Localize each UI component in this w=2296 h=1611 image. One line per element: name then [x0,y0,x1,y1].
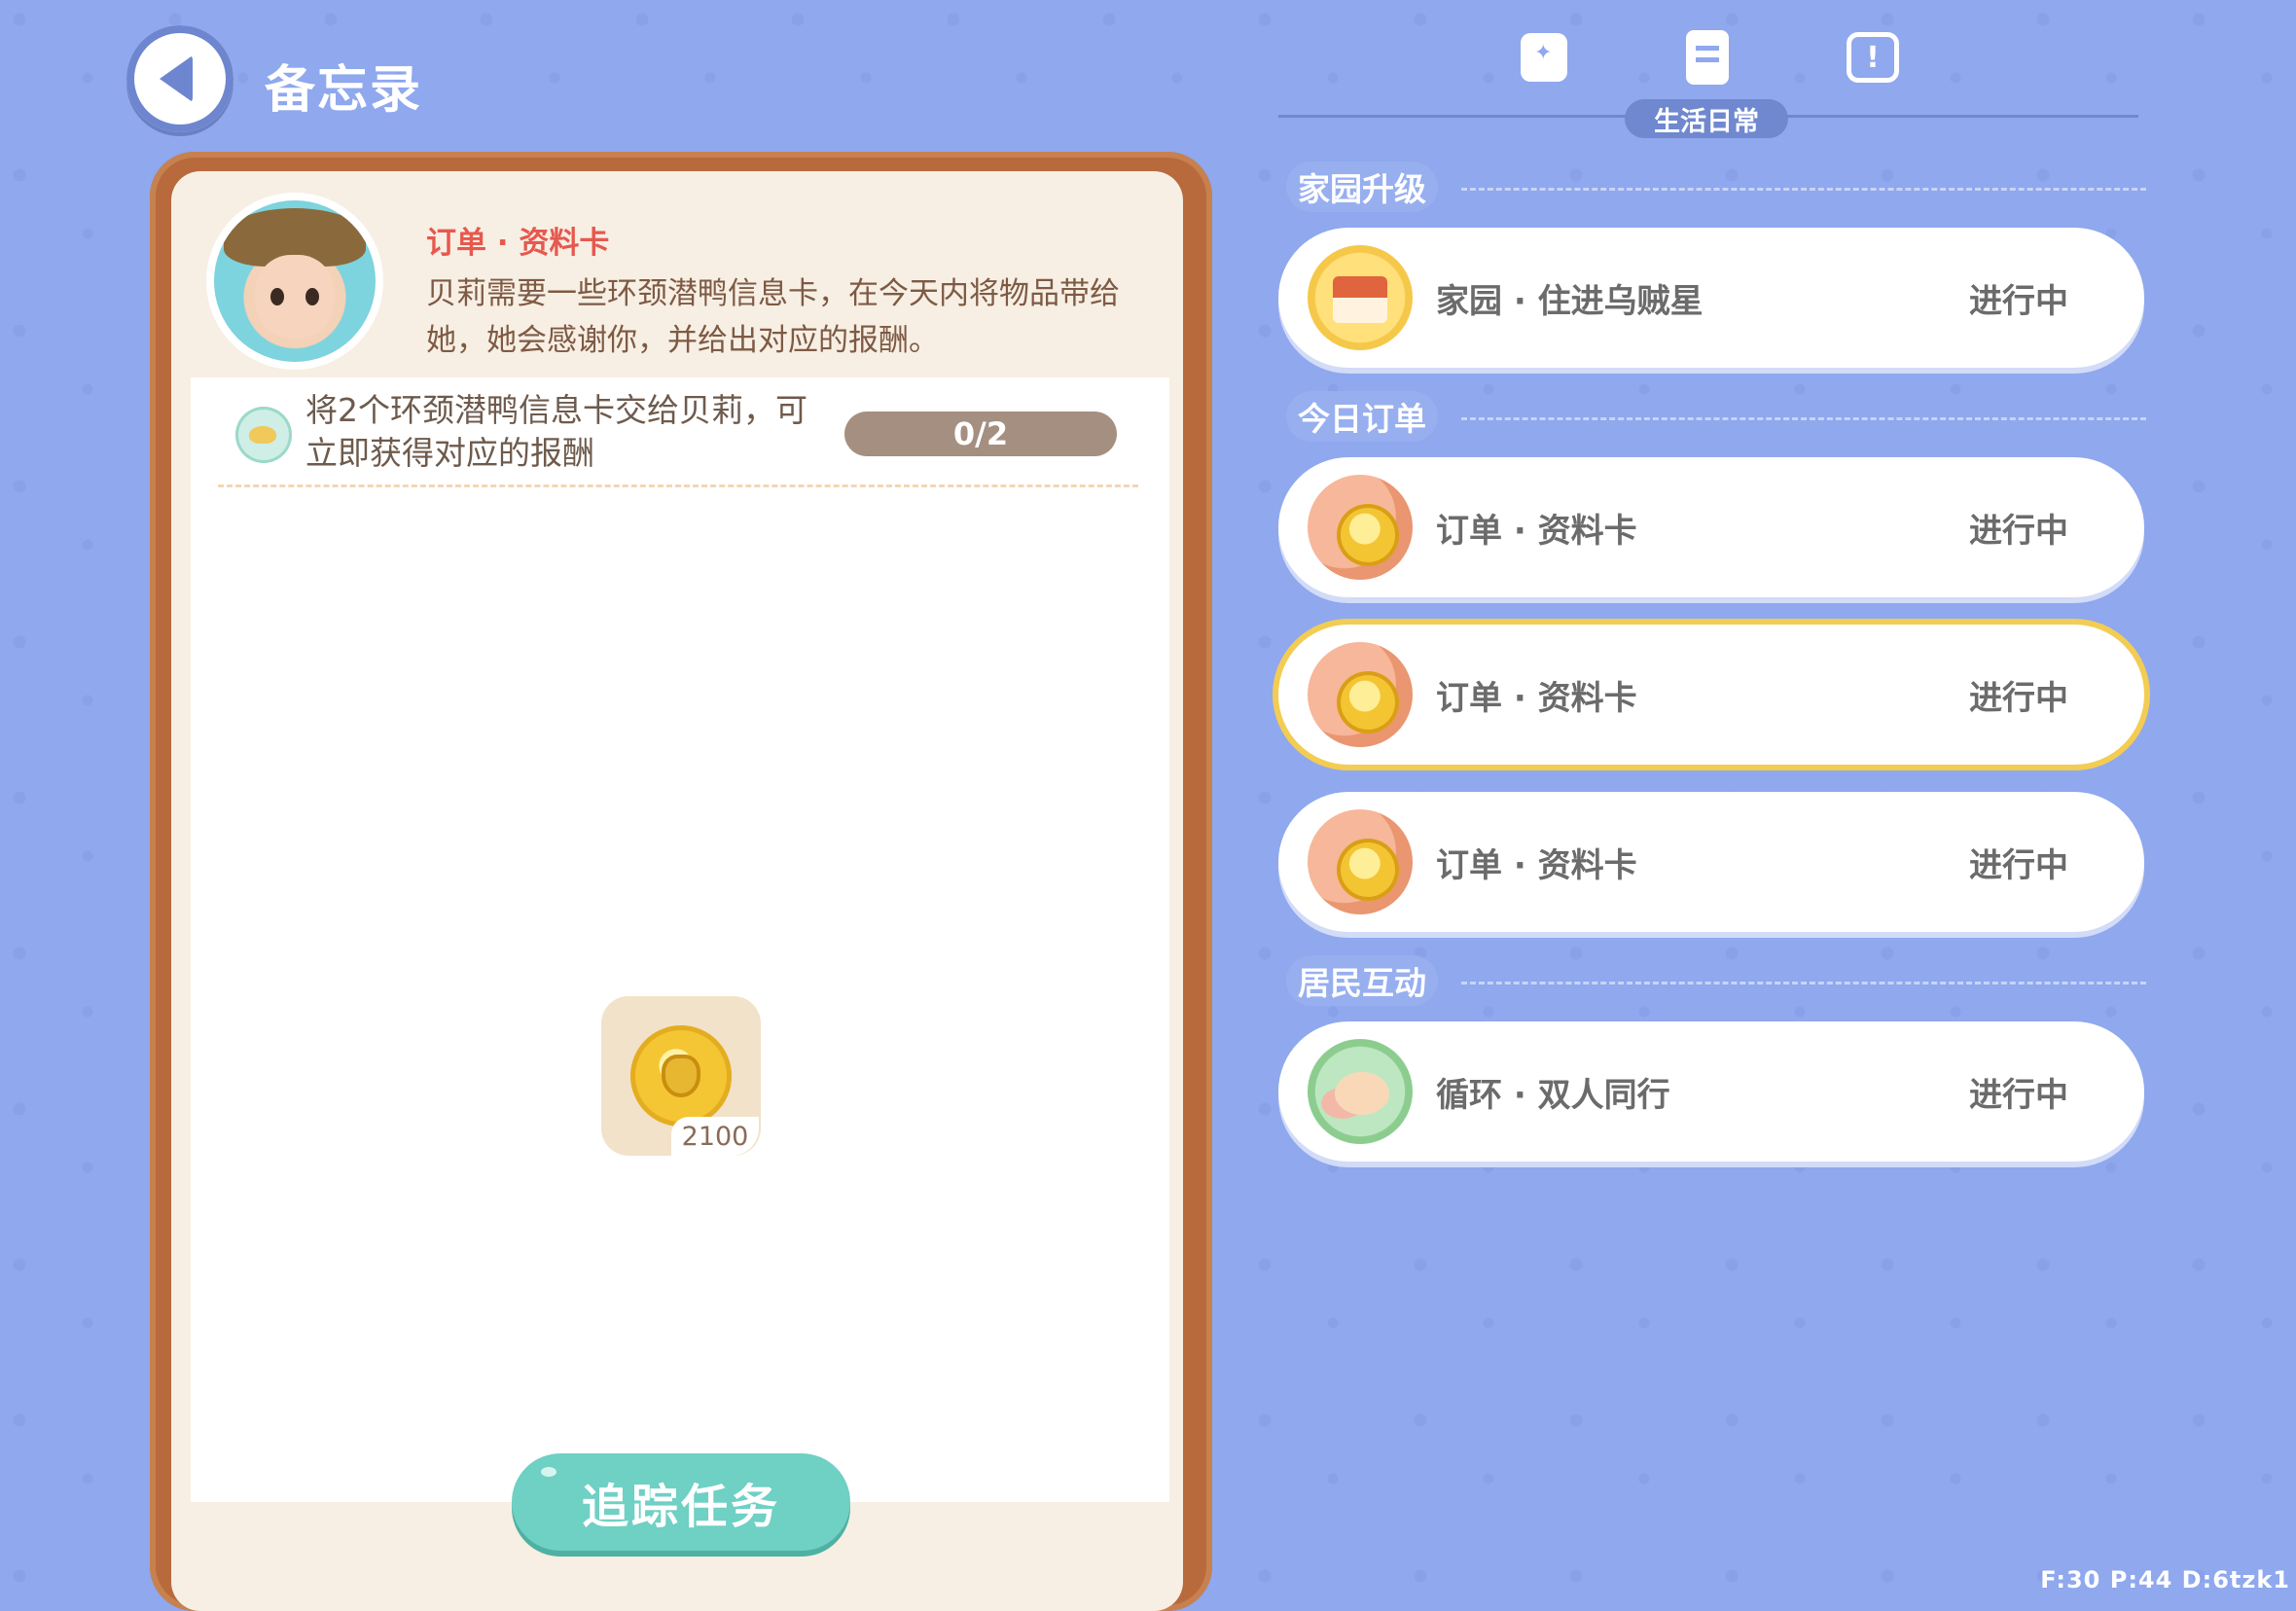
section-label-orders: 今日订单 [1286,391,1438,442]
album-icon [1521,33,1567,82]
section-label-home: 家园升级 [1286,161,1438,212]
eye-icon [270,288,284,305]
order-description: 贝莉需要一些环颈潜鸭信息卡，在今天内将物品带给她，她会感谢你，并给出对应的报酬。 [426,276,1120,358]
quest-status: 进行中 [1969,1076,2068,1115]
eye-icon [305,288,319,305]
section-divider [1461,188,2146,191]
quest-label: 订单 · 资料卡 [1436,846,1637,885]
debug-stats: F:30 P:44 D:6tzk1 [2040,1566,2290,1593]
acorn-coin-icon [630,1025,732,1127]
coin-icon [1308,809,1413,914]
quest-row[interactable]: 家园 · 住进乌贼星 进行中 [1278,228,2144,368]
tab-daily-life[interactable] [1673,23,1741,91]
order-title: 订单 · 资料卡 [426,226,610,261]
track-task-button[interactable]: 追踪任务 [512,1453,850,1551]
face-icon [255,255,335,339]
page-title: 备忘录 [265,61,423,120]
tab-tips[interactable]: ! [1839,23,1907,91]
task-panel [191,377,1169,1502]
tab-album[interactable] [1510,23,1578,91]
reward-count: 2100 [671,1117,759,1156]
section-divider [1461,982,2146,984]
quest-status: 进行中 [1969,512,2068,551]
back-button[interactable] [126,25,233,132]
section-divider [1461,417,2146,420]
npc-avatar [214,200,376,362]
bird-icon [235,407,292,463]
active-tab-label: 生活日常 [1625,99,1788,138]
quest-row[interactable]: 订单 · 资料卡 进行中 [1278,792,2144,932]
quest-row-selected[interactable]: 订单 · 资料卡 进行中 [1278,625,2144,765]
house-icon [1308,245,1413,350]
clipboard-icon [1686,30,1729,85]
section-label-residents: 居民互动 [1286,955,1438,1006]
tips-icon: ! [1847,32,1899,83]
quest-label: 循环 · 双人同行 [1436,1076,1670,1115]
quest-status: 进行中 [1969,679,2068,718]
quest-label: 家园 · 住进乌贼星 [1436,282,1704,321]
divider [218,484,1138,487]
quest-row[interactable]: 循环 · 双人同行 进行中 [1278,1021,2144,1162]
back-arrow-icon [160,55,193,102]
quest-status: 进行中 [1969,846,2068,885]
coin-icon [1308,642,1413,747]
people-icon [1308,1039,1413,1144]
quest-row[interactable]: 订单 · 资料卡 进行中 [1278,457,2144,597]
task-requirement: 将2个环颈潜鸭信息卡交给贝莉，可立即获得对应的报酬 [305,391,807,472]
coin-icon [1308,475,1413,580]
task-progress-bar: 0/2 [844,412,1117,456]
quest-label: 订单 · 资料卡 [1436,679,1637,718]
quest-status: 进行中 [1969,282,2068,321]
quest-label: 订单 · 资料卡 [1436,512,1637,551]
